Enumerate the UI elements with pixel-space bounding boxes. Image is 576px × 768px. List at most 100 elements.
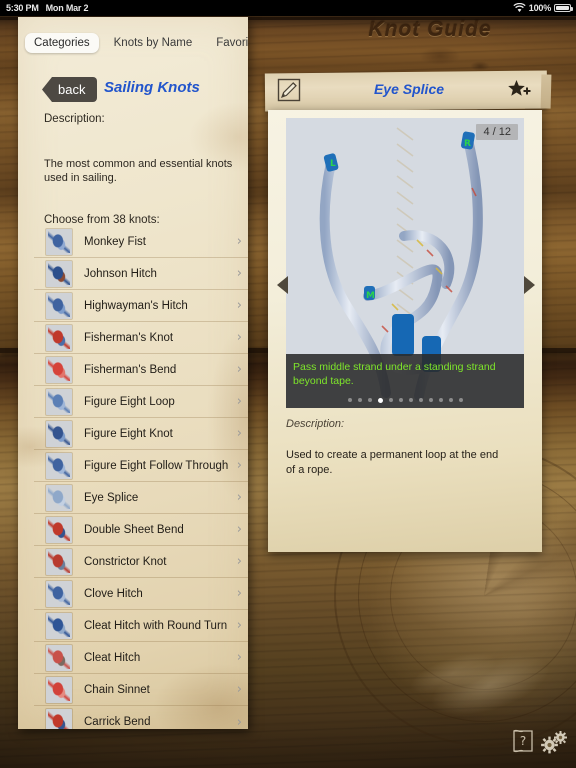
knot-thumbnail — [46, 580, 72, 607]
wifi-icon — [513, 3, 526, 12]
list-item[interactable]: Highwayman's Hitch › — [34, 290, 248, 322]
list-item[interactable]: Johnson Hitch › — [34, 258, 248, 290]
knot-step-photo[interactable]: L R M 4 / 12 Pass middle strand under a … — [286, 118, 524, 408]
knot-thumbnail — [46, 676, 72, 703]
knot-name: Figure Eight Loop — [84, 395, 175, 408]
knot-thumbnail — [46, 612, 72, 639]
knot-thumbnail — [46, 388, 72, 415]
list-item[interactable]: Constrictor Knot › — [34, 546, 248, 578]
sidebar-panel: Categories Knots by Name Favorites back … — [18, 17, 248, 729]
status-bar: 5:30 PM Mon Mar 2 100% — [0, 0, 576, 16]
chevron-right-icon: › — [236, 650, 242, 665]
chevron-right-icon: › — [236, 554, 242, 569]
app-root: 5:30 PM Mon Mar 2 100% Knot Guide Catego… — [0, 0, 576, 768]
list-item[interactable]: Clove Hitch › — [34, 578, 248, 610]
next-step-arrow[interactable] — [524, 276, 535, 294]
step-pagination-dots[interactable] — [286, 394, 524, 406]
knot-name: Johnson Hitch — [84, 267, 157, 280]
status-time: 5:30 PM — [6, 3, 39, 13]
knot-name: Monkey Fist — [84, 235, 146, 248]
sidebar-description-text: The most common and essential knots used… — [44, 158, 233, 184]
detail-description-text: Used to create a permanent loop at the e… — [286, 449, 499, 476]
list-item[interactable]: Eye Splice › — [34, 482, 248, 514]
knot-thumbnail — [46, 356, 72, 383]
chevron-right-icon: › — [236, 682, 242, 697]
chevron-right-icon: › — [236, 714, 242, 729]
knot-name: Cleat Hitch with Round Turn — [84, 619, 228, 632]
chevron-right-icon: › — [236, 362, 242, 377]
knot-name: Carrick Bend — [84, 716, 151, 728]
list-item[interactable]: Carrick Bend › — [34, 706, 248, 729]
list-item[interactable]: Cleat Hitch with Round Turn › — [34, 610, 248, 642]
page-dot[interactable] — [448, 398, 453, 402]
detail-body: L R M 4 / 12 Pass middle strand under a … — [268, 110, 542, 552]
knot-name: Cleat Hitch — [84, 651, 141, 664]
tab-favorites[interactable]: Favorites — [207, 33, 248, 53]
list-item[interactable]: Figure Eight Follow Through › — [34, 450, 248, 482]
list-item[interactable]: Fisherman's Knot › — [34, 322, 248, 354]
svg-text:?: ? — [520, 734, 526, 748]
knot-name: Fisherman's Bend — [84, 363, 177, 376]
previous-step-arrow[interactable] — [277, 276, 288, 294]
list-item[interactable]: Chain Sinnet › — [34, 674, 248, 706]
page-dot[interactable] — [408, 398, 413, 402]
knot-name: Highwayman's Hitch — [84, 299, 188, 312]
chevron-right-icon: › — [236, 618, 242, 633]
knot-thumbnail — [46, 644, 72, 671]
knot-thumbnail — [46, 324, 72, 351]
gears-settings-icon[interactable] — [540, 730, 568, 754]
page-dot[interactable] — [438, 398, 443, 402]
chevron-right-icon: › — [236, 522, 242, 537]
step-counter-badge: 4 / 12 — [476, 124, 518, 140]
sidebar-tabbar: Categories Knots by Name Favorites — [18, 30, 248, 56]
knot-thumbnail — [46, 548, 72, 575]
knot-list: Monkey Fist › Johnson Hitch › Highwayman… — [34, 226, 248, 729]
knot-name: Figure Eight Knot — [84, 427, 173, 440]
page-dot[interactable] — [357, 398, 362, 402]
battery-percent: 100% — [528, 3, 551, 13]
knot-thumbnail — [46, 709, 72, 729]
knot-thumbnail — [46, 228, 72, 255]
tab-knots-by-name[interactable]: Knots by Name — [105, 33, 202, 53]
help-scroll-icon[interactable]: ? — [512, 728, 534, 754]
page-dot[interactable] — [398, 398, 403, 402]
list-item[interactable]: Cleat Hitch › — [34, 642, 248, 674]
svg-text:R: R — [464, 139, 471, 149]
list-item[interactable]: Figure Eight Loop › — [34, 386, 248, 418]
list-item[interactable]: Double Sheet Bend › — [34, 514, 248, 546]
knot-name: Figure Eight Follow Through — [84, 459, 229, 472]
chevron-right-icon: › — [236, 266, 242, 281]
knot-name: Eye Splice — [84, 491, 139, 504]
tab-categories[interactable]: Categories — [25, 33, 99, 53]
knot-name: Double Sheet Bend — [84, 523, 184, 536]
star-add-favorite-icon[interactable] — [507, 79, 533, 101]
chevron-right-icon: › — [236, 234, 242, 249]
list-item[interactable]: Figure Eight Knot › — [34, 418, 248, 450]
page-dot[interactable] — [367, 398, 372, 402]
page-dot[interactable] — [458, 398, 463, 402]
choose-knots-label: Choose from 38 knots: — [44, 214, 160, 226]
svg-text:L: L — [330, 159, 336, 169]
chevron-right-icon: › — [236, 426, 242, 441]
knot-thumbnail — [46, 484, 72, 511]
knot-thumbnail — [46, 292, 72, 319]
status-right-group: 100% — [513, 3, 573, 13]
category-title: Sailing Knots — [104, 79, 200, 96]
page-dot[interactable] — [418, 398, 423, 402]
page-dot[interactable] — [428, 398, 433, 402]
svg-text:M: M — [366, 291, 375, 301]
detail-panel: Eye Splice L R M 4 / 12 Pass middle stra… — [264, 70, 548, 552]
page-dot[interactable] — [388, 398, 393, 402]
knot-thumbnail — [46, 452, 72, 479]
list-item[interactable]: Fisherman's Bend › — [34, 354, 248, 386]
list-item[interactable]: Monkey Fist › — [34, 226, 248, 258]
page-title: Knot Guide — [368, 18, 492, 41]
knot-name: Constrictor Knot — [84, 555, 167, 568]
battery-icon — [554, 4, 573, 12]
knot-name: Fisherman's Knot — [84, 331, 174, 344]
chevron-right-icon: › — [236, 586, 242, 601]
page-dot-active[interactable] — [377, 397, 383, 403]
sidebar-description-label: Description: — [44, 113, 105, 125]
page-dot[interactable] — [347, 398, 352, 402]
back-button[interactable]: back — [42, 77, 98, 102]
